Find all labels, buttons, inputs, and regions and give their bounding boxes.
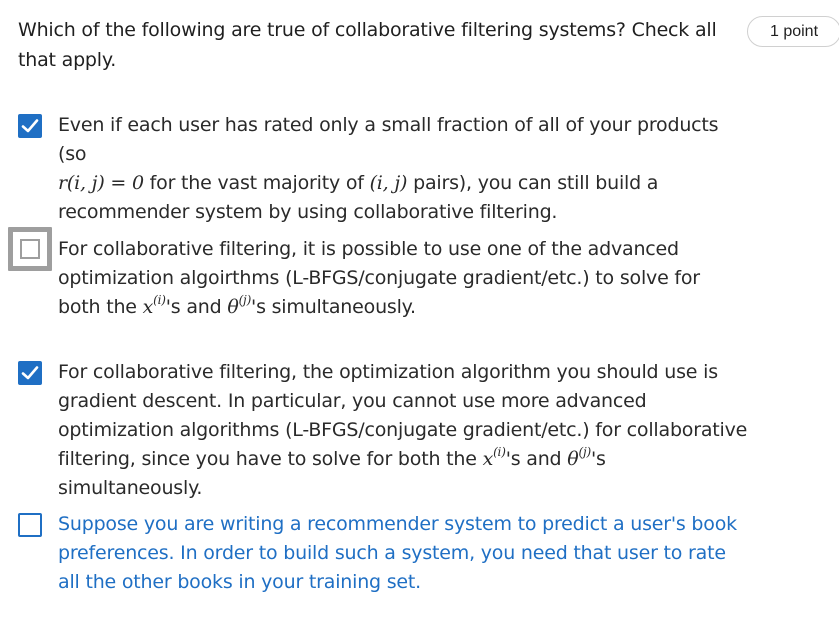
math-theta: θ <box>567 448 579 470</box>
math-sup-j: (j) <box>238 292 252 307</box>
option-3-checkbox[interactable] <box>18 361 42 385</box>
option-2-text-3: 's simultaneously. <box>251 296 416 318</box>
option-3-text-2: 's and <box>505 448 568 470</box>
option-2-checkbox[interactable] <box>8 227 52 271</box>
option-3-text: For collaborative filtering, the optimiz… <box>58 361 748 470</box>
option-4-checkbox[interactable] <box>18 513 42 537</box>
option-2-label[interactable]: For collaborative filtering, it is possi… <box>58 235 748 322</box>
checkbox-inner-box <box>20 239 40 259</box>
option-1-text-2: for the vast majority of <box>143 172 370 194</box>
math-ij-pair: (i, j) <box>369 172 408 194</box>
option-2-text-2: 's and <box>165 296 228 318</box>
option-1-text: Even if each user has rated only a small… <box>58 114 719 165</box>
checkmark-icon <box>21 119 39 133</box>
math-theta: θ <box>227 296 239 318</box>
option-4-label[interactable]: Suppose you are writing a recommender sy… <box>58 510 748 597</box>
option-1-label[interactable]: Even if each user has rated only a small… <box>58 111 748 227</box>
math-r-ij: r(i, j) = 0 <box>58 172 144 194</box>
math-sup-i: (i) <box>153 292 166 307</box>
option-3-label[interactable]: For collaborative filtering, the optimiz… <box>58 358 748 503</box>
option-1-checkbox[interactable] <box>18 114 42 138</box>
math-sup-j: (j) <box>578 444 591 459</box>
math-x: x <box>482 448 494 470</box>
math-x: x <box>142 296 154 318</box>
checkmark-icon <box>21 366 39 380</box>
question-text: Which of the following are true of colla… <box>18 19 717 71</box>
math-sup-i: (i) <box>493 444 506 459</box>
points-badge: 1 point <box>747 16 839 47</box>
